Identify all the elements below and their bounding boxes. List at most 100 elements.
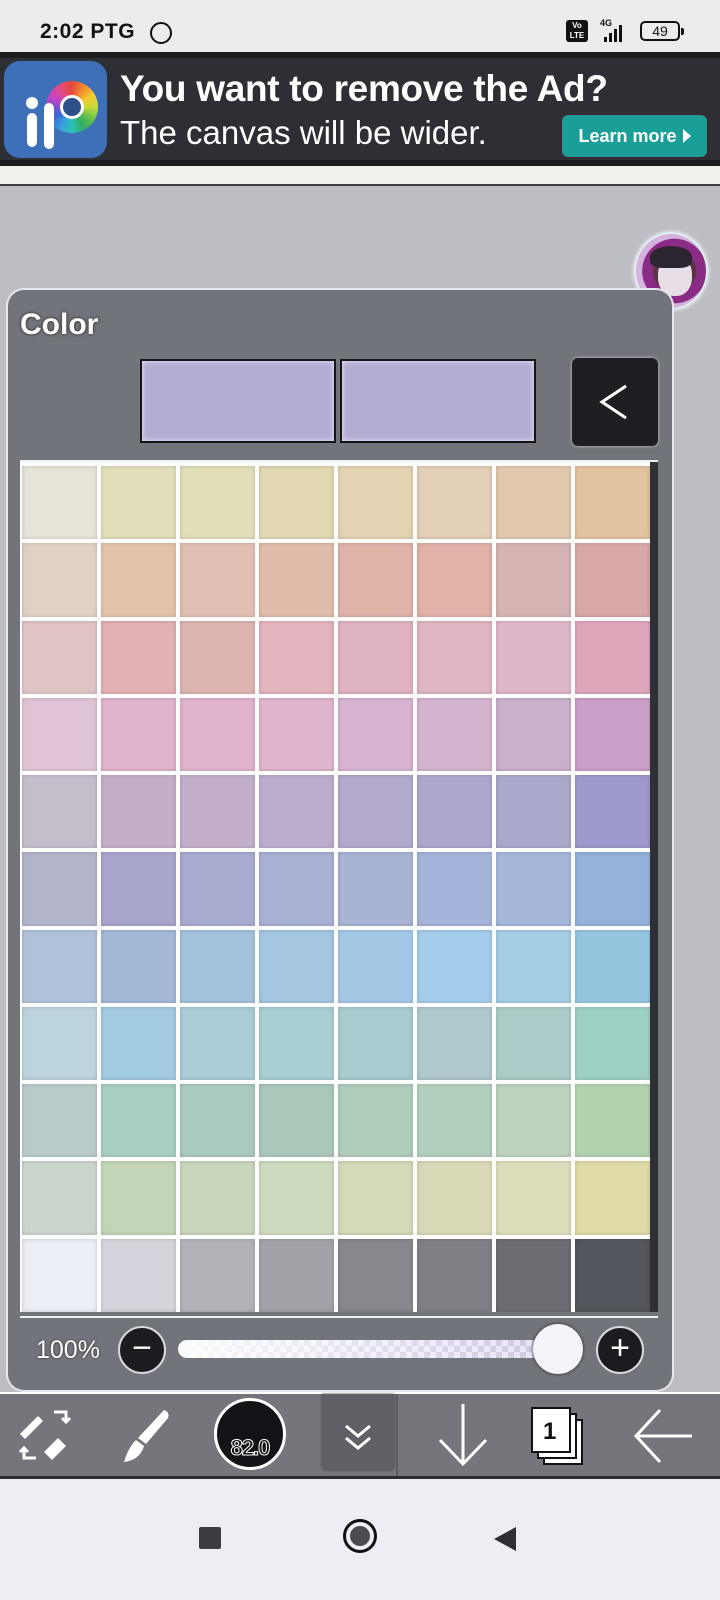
- palette-swatch[interactable]: [259, 620, 334, 694]
- palette-swatch[interactable]: [338, 543, 413, 617]
- palette-swatch[interactable]: [180, 775, 255, 849]
- palette-swatch[interactable]: [180, 852, 255, 926]
- opacity-slider[interactable]: [178, 1340, 568, 1358]
- palette-swatch[interactable]: [496, 466, 571, 540]
- palette-swatch[interactable]: [575, 852, 650, 926]
- palette-swatch[interactable]: [417, 1006, 492, 1081]
- palette-swatch[interactable]: [180, 466, 255, 540]
- palette-swatch[interactable]: [417, 543, 492, 617]
- palette-swatch[interactable]: [417, 697, 492, 772]
- palette-swatch[interactable]: [101, 1006, 176, 1081]
- palette-swatch[interactable]: [575, 1161, 650, 1235]
- palette-swatch[interactable]: [22, 1161, 97, 1235]
- palette-swatch[interactable]: [496, 929, 571, 1003]
- palette-swatch[interactable]: [101, 620, 176, 694]
- palette-swatch[interactable]: [180, 1161, 255, 1235]
- palette-swatch[interactable]: [575, 929, 650, 1003]
- palette-swatch[interactable]: [496, 852, 571, 926]
- palette-swatch[interactable]: [101, 543, 176, 617]
- palette-swatch[interactable]: [22, 1006, 97, 1081]
- brush-size-button[interactable]: 82.0: [214, 1398, 286, 1470]
- palette-swatch[interactable]: [22, 852, 97, 926]
- palette-swatch[interactable]: [180, 929, 255, 1003]
- palette-swatch[interactable]: [338, 1084, 413, 1158]
- palette-swatch[interactable]: [22, 1084, 97, 1158]
- palette-swatch[interactable]: [259, 466, 334, 540]
- expand-toolbar-button[interactable]: [322, 1394, 394, 1470]
- palette-swatch[interactable]: [22, 697, 97, 772]
- palette-swatch[interactable]: [259, 775, 334, 849]
- previous-color-swatch[interactable]: [340, 359, 536, 443]
- palette-swatch[interactable]: [101, 1084, 176, 1158]
- palette-swatch[interactable]: [180, 697, 255, 772]
- palette-swatch[interactable]: [496, 1006, 571, 1081]
- palette-swatch[interactable]: [417, 852, 492, 926]
- palette-swatch[interactable]: [338, 929, 413, 1003]
- palette-swatch[interactable]: [22, 466, 97, 540]
- palette-swatch[interactable]: [417, 1238, 492, 1312]
- layers-button[interactable]: 1: [524, 1400, 594, 1472]
- palette-swatch[interactable]: [101, 697, 176, 772]
- palette-swatch[interactable]: [575, 775, 650, 849]
- palette-swatch[interactable]: [496, 543, 571, 617]
- collapse-panel-button[interactable]: [572, 358, 658, 446]
- palette-swatch[interactable]: [180, 620, 255, 694]
- palette-swatch[interactable]: [575, 697, 650, 772]
- palette-swatch[interactable]: [259, 1161, 334, 1235]
- palette-swatch[interactable]: [101, 852, 176, 926]
- palette-swatch[interactable]: [22, 543, 97, 617]
- palette-swatch[interactable]: [417, 1161, 492, 1235]
- palette-swatch[interactable]: [575, 543, 650, 617]
- palette-swatch[interactable]: [496, 775, 571, 849]
- palette-swatch[interactable]: [101, 775, 176, 849]
- palette-swatch[interactable]: [180, 543, 255, 617]
- nav-back-button[interactable]: [494, 1527, 516, 1551]
- recents-button[interactable]: [199, 1527, 221, 1549]
- palette-swatch[interactable]: [417, 775, 492, 849]
- increase-opacity-button[interactable]: +: [596, 1326, 644, 1374]
- back-button[interactable]: [630, 1400, 700, 1472]
- palette-swatch[interactable]: [101, 1161, 176, 1235]
- move-down-button[interactable]: [428, 1400, 498, 1472]
- current-color-swatch[interactable]: [140, 359, 336, 443]
- palette-swatch[interactable]: [417, 466, 492, 540]
- home-button[interactable]: [343, 1519, 377, 1553]
- palette-swatch[interactable]: [496, 1161, 571, 1235]
- palette-swatch[interactable]: [180, 1084, 255, 1158]
- palette-swatch[interactable]: [22, 929, 97, 1003]
- palette-swatch[interactable]: [496, 1238, 571, 1312]
- palette-swatch[interactable]: [417, 929, 492, 1003]
- palette-swatch[interactable]: [259, 929, 334, 1003]
- palette-swatch[interactable]: [180, 1006, 255, 1081]
- palette-swatch[interactable]: [338, 466, 413, 540]
- palette-swatch[interactable]: [496, 1084, 571, 1158]
- decrease-opacity-button[interactable]: −: [118, 1326, 166, 1374]
- palette-swatch[interactable]: [417, 1084, 492, 1158]
- palette-swatch[interactable]: [22, 1238, 97, 1312]
- palette-swatch[interactable]: [496, 620, 571, 694]
- tool-swap-button[interactable]: [10, 1400, 80, 1472]
- learn-more-button[interactable]: Learn more: [562, 115, 707, 157]
- ad-banner[interactable]: You want to remove the Ad? The canvas wi…: [0, 52, 720, 166]
- palette-swatch[interactable]: [338, 775, 413, 849]
- palette-swatch[interactable]: [575, 466, 650, 540]
- palette-swatch[interactable]: [101, 466, 176, 540]
- palette-swatch[interactable]: [338, 1006, 413, 1081]
- palette-swatch[interactable]: [259, 852, 334, 926]
- palette-swatch[interactable]: [575, 1084, 650, 1158]
- palette-swatch[interactable]: [496, 697, 571, 772]
- palette-swatch[interactable]: [259, 543, 334, 617]
- palette-swatch[interactable]: [101, 929, 176, 1003]
- palette-swatch[interactable]: [259, 1006, 334, 1081]
- palette-swatch[interactable]: [338, 697, 413, 772]
- palette-swatch[interactable]: [180, 1238, 255, 1312]
- palette-swatch[interactable]: [575, 620, 650, 694]
- opacity-slider-handle[interactable]: [533, 1324, 583, 1374]
- palette-swatch[interactable]: [259, 1084, 334, 1158]
- palette-swatch[interactable]: [259, 697, 334, 772]
- palette-swatch[interactable]: [575, 1006, 650, 1081]
- palette-swatch[interactable]: [575, 1238, 650, 1312]
- palette-swatch[interactable]: [338, 852, 413, 926]
- palette-swatch[interactable]: [338, 1238, 413, 1312]
- palette-swatch[interactable]: [101, 1238, 176, 1312]
